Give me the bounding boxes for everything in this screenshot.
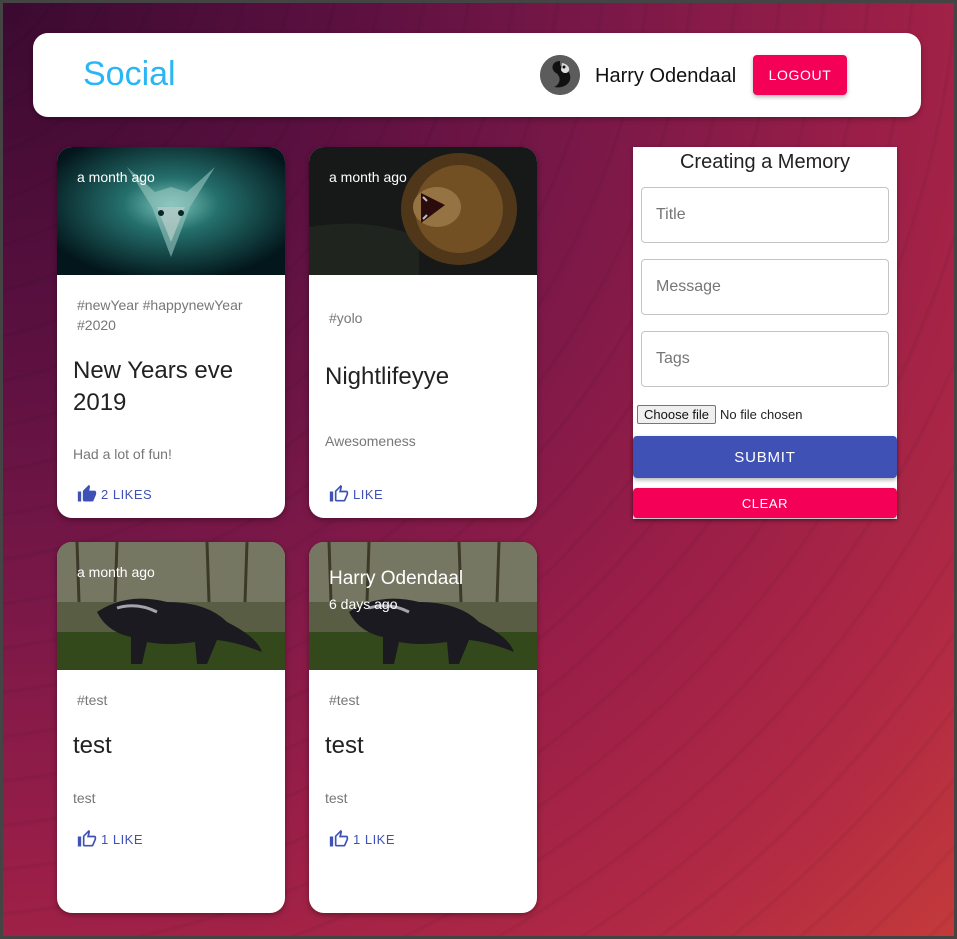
roaring-lion-image: a month ago (309, 147, 537, 275)
like-button[interactable]: LIKE (329, 482, 383, 506)
form-heading: Creating a Memory (679, 151, 851, 173)
app-bar: Social Harry Odendaal LOGOUT (33, 33, 921, 117)
post-tags: #test (77, 692, 108, 708)
avatar[interactable] (540, 55, 580, 95)
glowing-wolf-image: a month ago (57, 147, 285, 275)
post-title: test (325, 732, 364, 759)
post-time: 6 days ago (329, 596, 398, 612)
post-time: a month ago (77, 169, 155, 185)
tags-input[interactable] (641, 331, 889, 387)
file-picker: Choose file No file chosen (637, 405, 802, 424)
post-card: a month ago #newYear #happynewYear #2020… (57, 147, 285, 518)
brand-title[interactable]: Social (83, 55, 176, 94)
like-count: 2 LIKES (101, 486, 153, 502)
logout-button[interactable]: LOGOUT (753, 55, 847, 95)
post-message: Had a lot of fun! (73, 446, 172, 462)
post-tags: #newYear #happynewYear #2020 (77, 297, 243, 333)
post-message: Awesomeness (325, 433, 416, 449)
like-count: 1 LIKE (353, 831, 396, 847)
like-button[interactable]: 1 LIKE (77, 827, 143, 851)
post-message: test (325, 790, 348, 806)
create-memory-form: Creating a Memory Choose file No file ch… (633, 147, 897, 519)
clear-button[interactable]: CLEAR (633, 488, 897, 518)
post-title: test (73, 732, 112, 759)
like-count: 1 LIKE (101, 831, 144, 847)
post-card: a month ago #test test test 1 LIKE (57, 542, 285, 913)
post-card: a month ago #yolo Nightlifeyye Awesomene… (309, 147, 537, 518)
post-creator: Harry Odendaal (329, 568, 464, 589)
submit-button[interactable]: SUBMIT (633, 436, 897, 478)
file-status: No file chosen (720, 407, 803, 422)
post-tags: #test (329, 692, 360, 708)
like-count: LIKE (353, 486, 384, 502)
choose-file-button[interactable]: Choose file (637, 405, 717, 424)
post-title: New Years eve 2019 (73, 357, 234, 416)
thumb-up-outline-icon (77, 829, 97, 847)
dark-fox-image: Harry Odendaal 6 days ago (309, 542, 537, 670)
thumb-up-outline-icon (329, 484, 349, 502)
message-input[interactable] (641, 259, 889, 315)
post-time: a month ago (329, 169, 407, 185)
title-input[interactable] (641, 187, 889, 243)
post-message: test (73, 790, 96, 806)
like-button[interactable]: 2 LIKES (77, 482, 152, 506)
post-card: Harry Odendaal 6 days ago #test test tes… (309, 542, 537, 913)
dark-fox-image: a month ago (57, 542, 285, 670)
thumb-up-outline-icon (329, 829, 349, 847)
post-time: a month ago (77, 564, 155, 580)
thumb-up-icon (77, 484, 97, 502)
post-title: Nightlifeyye (325, 363, 450, 390)
user-name: Harry Odendaal (595, 65, 737, 87)
post-tags: #yolo (329, 310, 363, 326)
like-button[interactable]: 1 LIKE (329, 827, 395, 851)
